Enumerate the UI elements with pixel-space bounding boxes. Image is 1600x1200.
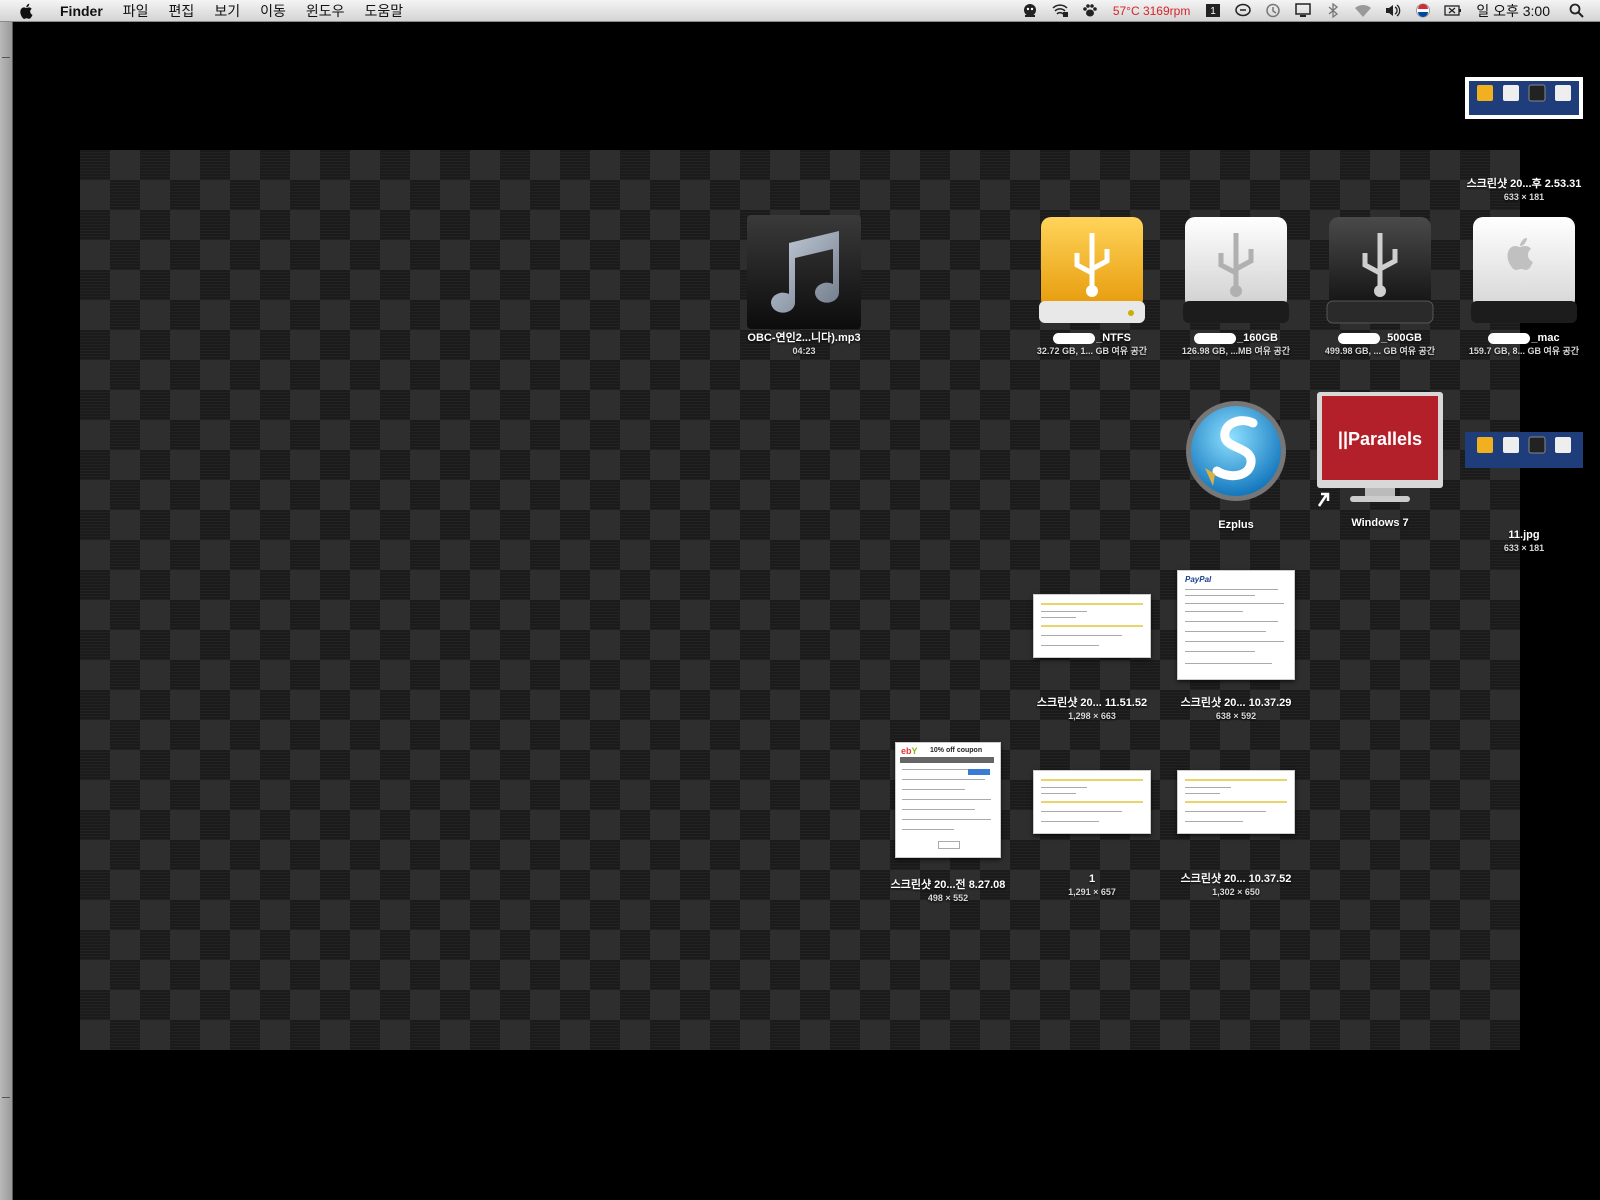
- icon-label: Windows 7: [1351, 517, 1409, 529]
- redaction-blob: [1488, 332, 1531, 344]
- icon-sublabel: 32.72 GB, 1... GB 여유 공간: [1036, 346, 1148, 356]
- drives-thumbnail-icon: [1465, 77, 1583, 119]
- desktop-icon-mac-drive[interactable]: _mac 159.7 GB, 8... GB 여유 공간: [1454, 213, 1594, 357]
- background-window-edge[interactable]: [0, 22, 13, 1200]
- redaction-blob: [1338, 332, 1380, 344]
- monitor-face-icon[interactable]: [1021, 3, 1039, 18]
- icon-label: 스크린샷 20... 10.37.52: [1180, 873, 1292, 885]
- ebay-coupon-thumbnail-icon: ebY 10% off coupon: [895, 742, 1001, 858]
- menu-app-finder[interactable]: Finder: [50, 3, 113, 19]
- icon-label: _mac: [1454, 331, 1594, 345]
- icon-sublabel: 499.98 GB, ... GB 여유 공간: [1324, 346, 1436, 356]
- temperature-fan-readout[interactable]: 57°C 3169rpm: [1113, 4, 1191, 18]
- menu-view[interactable]: 보기: [204, 1, 250, 21]
- chat-icon[interactable]: [1234, 3, 1252, 18]
- paypal-logo-text: PayPal: [1185, 575, 1212, 584]
- desktop-icon-screenshot-82708[interactable]: ebY 10% off coupon 스크린샷 20...전 8.27.08 4…: [878, 742, 1018, 904]
- icon-label: _160GB: [1166, 331, 1306, 345]
- usb-drive-white-icon: [1183, 217, 1289, 323]
- music-note-icon: [747, 215, 861, 329]
- bluetooth-icon[interactable]: [1324, 3, 1342, 18]
- screenshot-thumbnail-icon: [1033, 770, 1151, 834]
- icon-sublabel: 04:23: [792, 346, 816, 356]
- icon-sublabel: 638 × 592: [1215, 711, 1257, 721]
- spaces-icon[interactable]: 1: [1204, 3, 1222, 18]
- icon-sublabel: 1,302 × 650: [1212, 887, 1260, 897]
- icon-label: 1: [1088, 873, 1096, 885]
- parallels-logo-text: ||Parallels: [1338, 429, 1422, 449]
- desktop-icon-screenshot-1151[interactable]: 스크린샷 20... 11.51.52 1,298 × 663: [1022, 594, 1162, 722]
- icon-sublabel: 633 × 181: [1503, 192, 1545, 202]
- display-icon[interactable]: [1294, 3, 1312, 18]
- desktop-icon-ezplus[interactable]: Ezplus: [1166, 398, 1306, 532]
- icon-label: 스크린샷 20...후 2.53.31: [1466, 178, 1582, 190]
- icon-sublabel: 1,298 × 663: [1068, 711, 1116, 721]
- icon-label: 스크린샷 20... 10.37.29: [1180, 697, 1292, 709]
- wifi-icon[interactable]: [1354, 3, 1372, 18]
- status-area: 57°C 3169rpm 1 일 오후 3:00: [1015, 0, 1600, 21]
- menu-edit[interactable]: 편집: [159, 1, 205, 21]
- menu-help[interactable]: 도움말: [354, 1, 413, 21]
- icon-label: 스크린샷 20... 11.51.52: [1036, 697, 1148, 709]
- desktop-icon-500gb-drive[interactable]: _500GB 499.98 GB, ... GB 여유 공간: [1310, 213, 1450, 357]
- desktop-icon-ntfs-drive[interactable]: _NTFS 32.72 GB, 1... GB 여유 공간: [1022, 213, 1162, 357]
- icon-label: OBC-연인2...니다).mp3: [747, 332, 861, 344]
- redaction-blob: [1194, 332, 1236, 344]
- icon-label: 스크린샷 20...전 8.27.08: [890, 879, 1006, 891]
- icon-sublabel: 498 × 552: [927, 893, 969, 903]
- menu-bar: Finder 파일 편집 보기 이동 윈도우 도움말 57°C 3169rpm …: [0, 0, 1600, 22]
- volume-icon[interactable]: [1384, 3, 1402, 18]
- desktop-icon-160gb-drive[interactable]: _160GB 126.98 GB, ...MB 여유 공간: [1166, 213, 1306, 357]
- redaction-blob: [1053, 332, 1096, 344]
- desktop-icon-screenshot-103729[interactable]: PayPal 스크린샷 20... 10.37.29 638 × 592: [1166, 570, 1306, 722]
- ezplus-app-icon: [1186, 401, 1286, 501]
- desktop-icon-mp3[interactable]: OBC-연인2...니다).mp3 04:23: [734, 213, 874, 357]
- icon-label: Ezplus: [1218, 519, 1254, 531]
- icon-sublabel: 633 × 181: [1503, 543, 1545, 553]
- screenshot-thumbnail-icon: [1177, 770, 1295, 834]
- icon-label: 11.jpg: [1508, 529, 1540, 541]
- wifi-settings-icon[interactable]: [1051, 3, 1069, 18]
- drives-thumbnail-icon: [1465, 432, 1583, 468]
- input-flag-icon[interactable]: [1414, 3, 1432, 18]
- menu-clock[interactable]: 일 오후 3:00: [1476, 1, 1550, 21]
- paypal-thumbnail-icon: PayPal: [1177, 570, 1295, 680]
- desktop-icon-11jpg[interactable]: 11.jpg 633 × 181: [1454, 432, 1594, 554]
- svg-text:1: 1: [1211, 6, 1217, 17]
- desktop-icon-screenshot-103752[interactable]: 스크린샷 20... 10.37.52 1,302 × 650: [1166, 770, 1306, 898]
- usb-drive-yellow-icon: [1039, 217, 1145, 323]
- battery-icon[interactable]: [1444, 3, 1462, 18]
- icon-label: _500GB: [1310, 331, 1450, 345]
- ebay-coupon-text: 10% off coupon: [930, 747, 983, 754]
- icon-label: _NTFS: [1022, 331, 1162, 345]
- apple-drive-icon: [1471, 217, 1577, 323]
- menu-window[interactable]: 윈도우: [296, 1, 355, 21]
- screenshot-thumbnail-icon: [1033, 594, 1151, 658]
- time-machine-icon[interactable]: [1264, 3, 1282, 18]
- menu-go[interactable]: 이동: [250, 1, 296, 21]
- paw-icon[interactable]: [1081, 3, 1099, 18]
- usb-drive-black-icon: [1326, 217, 1434, 324]
- icon-sublabel: 126.98 GB, ...MB 여유 공간: [1181, 346, 1291, 356]
- parallels-monitor-icon: ||Parallels: [1317, 392, 1443, 507]
- menu-file[interactable]: 파일: [113, 1, 159, 21]
- icon-sublabel: 1,291 × 657: [1068, 887, 1116, 897]
- desktop-icon-1[interactable]: 1 1,291 × 657: [1022, 770, 1162, 898]
- desktop-icon-windows7[interactable]: ||Parallels Windows 7: [1310, 390, 1450, 530]
- spotlight-icon[interactable]: [1568, 3, 1586, 18]
- desktop-icon-screenshot-drives[interactable]: 스크린샷 20...후 2.53.31 633 × 181: [1454, 77, 1594, 203]
- icon-sublabel: 159.7 GB, 8... GB 여유 공간: [1468, 346, 1580, 356]
- apple-menu-icon[interactable]: [18, 2, 36, 20]
